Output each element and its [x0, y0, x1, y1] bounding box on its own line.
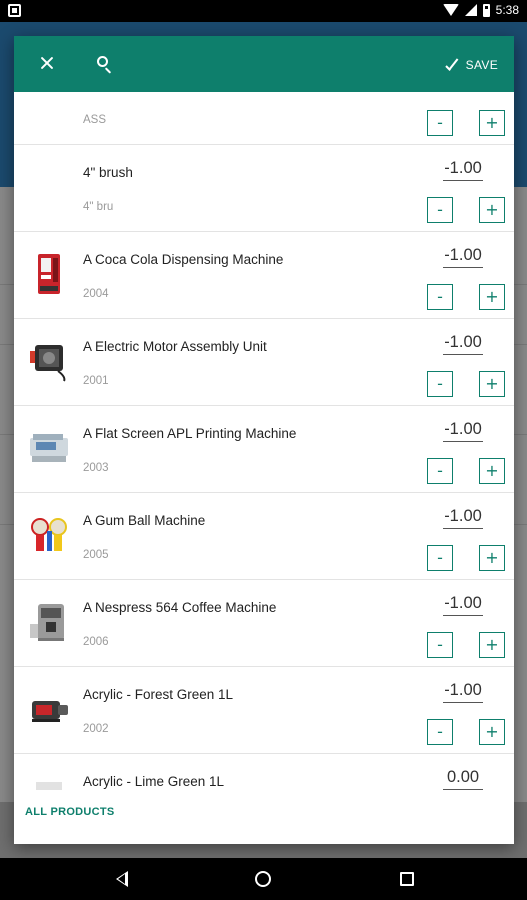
product-list[interactable]: ASS - +4" brush 4" bru -1.00- + A Coca Cola Di…: [14, 92, 514, 790]
red-device-thumbnail: [28, 687, 72, 731]
product-row[interactable]: A Gum Ball Machine 2005 -1.00 - +: [14, 493, 514, 580]
decrement-button[interactable]: -: [427, 110, 453, 136]
notification-icon: [8, 4, 21, 17]
product-code: ASS: [83, 114, 107, 126]
printing-machine-thumbnail: [28, 426, 72, 470]
product-row[interactable]: Acrylic - Lime Green 1L20070.00-+: [14, 754, 514, 790]
decrement-button[interactable]: -: [427, 458, 453, 484]
product-code: 2004: [83, 288, 109, 300]
check-icon: [444, 56, 462, 74]
product-name: A Gum Ball Machine: [83, 513, 206, 528]
increment-button[interactable]: +: [479, 545, 505, 571]
product-name: Acrylic - Forest Green 1L: [83, 687, 234, 702]
grey-device-thumbnail: [28, 774, 72, 790]
increment-button[interactable]: +: [479, 458, 505, 484]
home-icon[interactable]: [255, 871, 271, 887]
save-button[interactable]: SAVE: [444, 54, 498, 76]
product-name: A Coca Cola Dispensing Machine: [83, 252, 284, 267]
increment-button[interactable]: +: [479, 632, 505, 658]
product-code: 4" bru: [83, 201, 114, 213]
wifi-icon: [442, 4, 459, 16]
product-code: 2003: [83, 462, 109, 474]
dialog-footer: ALL PRODUCTS: [14, 790, 514, 844]
status-time: 5:38: [495, 3, 519, 17]
close-icon[interactable]: [36, 53, 58, 75]
quantity-field[interactable]: -1.00: [443, 333, 483, 355]
quantity-field[interactable]: -1.00: [443, 246, 483, 268]
product-row[interactable]: ASS - +: [14, 92, 514, 145]
increment-button[interactable]: +: [479, 371, 505, 397]
product-name: A Nespress 564 Coffee Machine: [83, 600, 277, 615]
product-row[interactable]: Acrylic - Forest Green 1L 2002 -1.00 - +: [14, 667, 514, 754]
recent-apps-icon[interactable]: [400, 872, 414, 886]
product-row[interactable]: A Electric Motor Assembly Unit 2001 -1.00 -…: [14, 319, 514, 406]
all-products-button[interactable]: ALL PRODUCTS: [25, 806, 115, 818]
quantity-field[interactable]: 0.00: [443, 768, 483, 790]
product-row[interactable]: A Nespress 564 Coffee Machine 2006 -1.00 - +: [14, 580, 514, 667]
quantity-field[interactable]: -1.00: [443, 420, 483, 442]
dialog-toolbar: SAVE: [14, 36, 514, 92]
product-row[interactable]: A Coca Cola Dispensing Machine 2004 -1.00 -…: [14, 232, 514, 319]
increment-button[interactable]: +: [479, 284, 505, 310]
decrement-button[interactable]: -: [427, 371, 453, 397]
battery-icon: [482, 3, 490, 17]
back-icon[interactable]: [116, 871, 128, 887]
decrement-button[interactable]: -: [427, 719, 453, 745]
quantity-field[interactable]: -1.00: [443, 681, 483, 703]
search-icon[interactable]: [95, 54, 117, 76]
product-code: 2006: [83, 636, 109, 648]
product-name: Acrylic - Lime Green 1L: [83, 774, 225, 789]
decrement-button[interactable]: -: [427, 545, 453, 571]
decrement-button[interactable]: -: [427, 197, 453, 223]
product-name: A Electric Motor Assembly Unit: [83, 339, 267, 354]
coca-cola-machine-thumbnail: [28, 252, 72, 296]
decrement-button[interactable]: -: [427, 284, 453, 310]
product-name: 4" brush: [83, 165, 133, 180]
motor-unit-thumbnail: [28, 339, 72, 383]
quantity-field[interactable]: -1.00: [443, 594, 483, 616]
save-label: SAVE: [465, 58, 498, 72]
product-code: 2002: [83, 723, 109, 735]
product-name: A Flat Screen APL Printing Machine: [83, 426, 297, 441]
increment-button[interactable]: +: [479, 110, 505, 136]
signal-icon: [464, 4, 477, 16]
product-row[interactable]: A Flat Screen APL Printing Machine 2003 -1…: [14, 406, 514, 493]
product-code: 2001: [83, 375, 109, 387]
coffee-machine-thumbnail: [28, 600, 72, 644]
product-row[interactable]: 4" brush 4" bru -1.00 - +: [14, 145, 514, 232]
status-icons: 5:38: [442, 3, 519, 17]
product-picker-dialog: SAVE ASS - +4" brush 4" bru -1.00- + A Coca Co…: [14, 36, 514, 844]
navigation-bar: [0, 858, 527, 900]
quantity-field[interactable]: -1.00: [443, 507, 483, 529]
status-bar: 5:38: [0, 0, 527, 22]
gumball-machine-thumbnail: [28, 513, 72, 557]
increment-button[interactable]: +: [479, 197, 505, 223]
increment-button[interactable]: +: [479, 719, 505, 745]
quantity-field[interactable]: -1.00: [443, 159, 483, 181]
decrement-button[interactable]: -: [427, 632, 453, 658]
product-code: 2005: [83, 549, 109, 561]
